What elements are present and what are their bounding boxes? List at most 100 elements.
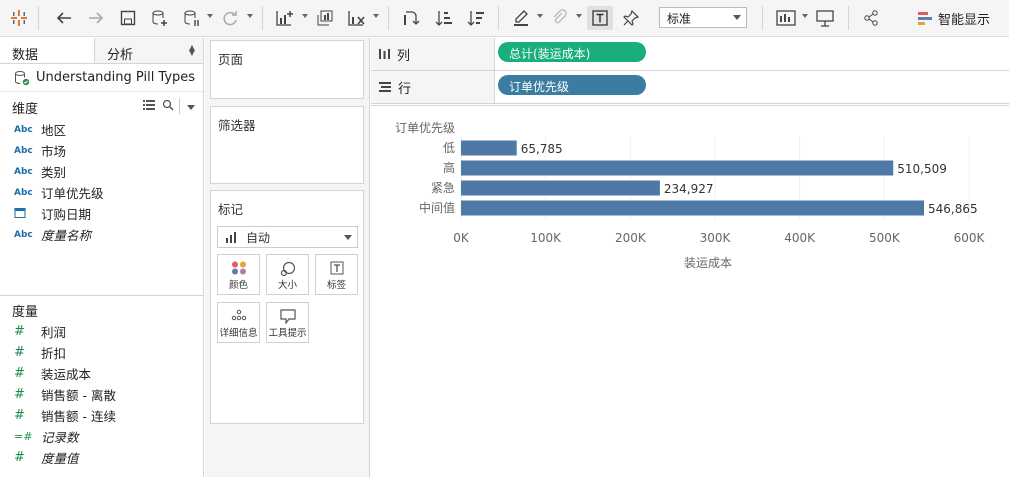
sort-descending-icon[interactable] (464, 6, 488, 30)
dimensions-title: 维度 (12, 101, 39, 117)
field-market[interactable]: Abc 市场 (0, 140, 203, 161)
new-data-source-icon[interactable] (148, 6, 172, 30)
presentation-mode-icon[interactable] (812, 6, 838, 30)
search-icon[interactable] (162, 99, 174, 115)
detail-label: 详细信息 (219, 328, 258, 339)
show-cards-icon[interactable] (773, 6, 799, 30)
field-label: 折扣 (41, 346, 67, 361)
bar[interactable] (461, 160, 894, 176)
label-button[interactable]: 标签 (315, 254, 358, 295)
show-cards-dropdown-icon[interactable] (802, 14, 808, 18)
bar[interactable] (461, 140, 517, 156)
dimensions-menu-dropdown-icon[interactable] (187, 105, 195, 110)
bar[interactable] (461, 200, 925, 216)
field-label: 度量名称 (41, 228, 92, 243)
field-shipping-cost[interactable]: # 装运成本 (0, 363, 203, 384)
x-tick-label: 600K (954, 231, 986, 245)
field-number-of-records[interactable]: =# 记录数 (0, 426, 203, 447)
filters-card[interactable]: 筛选器 (210, 106, 364, 184)
group-members-icon[interactable] (547, 6, 571, 30)
tab-analytics[interactable]: 分析 ▲ ▼ (95, 38, 203, 64)
toolbar-separator (498, 6, 499, 30)
field-sales-discrete[interactable]: # 销售额 - 离散 (0, 384, 203, 405)
bar-chart[interactable]: 订单优先级低 65,785 高 510,509 紧急 234,927 中间值 546,865 0… (371, 106, 1009, 478)
highlight-dropdown-icon[interactable] (537, 14, 543, 18)
field-discount[interactable]: # 折扣 (0, 342, 203, 363)
bar[interactable] (461, 180, 660, 196)
toolbar-separator (762, 6, 763, 30)
tooltip-label: 工具提示 (268, 328, 307, 339)
toolbar: 标准 智能显示 (0, 0, 1009, 37)
field-measure-values[interactable]: # 度量值 (0, 447, 203, 468)
size-button[interactable]: 大小 (266, 254, 309, 295)
tab-data[interactable]: 数据 (0, 38, 95, 63)
fix-axes-pin-icon[interactable] (619, 6, 643, 30)
pause-updates-dropdown-icon[interactable] (207, 14, 213, 18)
toolbar-separator (38, 6, 39, 30)
fit-mode-select[interactable]: 标准 (659, 7, 747, 28)
rows-pill[interactable]: 订单优先级 (498, 75, 646, 95)
sort-ascending-icon[interactable] (432, 6, 456, 30)
data-source-icon (15, 70, 30, 85)
clear-sheet-dropdown-icon[interactable] (373, 14, 379, 18)
shelves: 列 总计(装运成本) 行 订单优先级 (371, 38, 1009, 104)
field-profit[interactable]: # 利润 (0, 321, 203, 342)
measures-title: 度量 (12, 304, 39, 320)
pages-card[interactable]: 页面 (210, 40, 364, 99)
tableau-logo-icon[interactable] (8, 6, 30, 30)
share-icon[interactable] (859, 6, 883, 30)
x-tick-label: 400K (784, 231, 816, 245)
pause-updates-icon[interactable] (180, 6, 204, 30)
field-label: 销售额 - 连续 (41, 409, 116, 424)
clear-sheet-icon[interactable] (345, 6, 369, 30)
rows-shelf[interactable]: 行 订单优先级 (371, 71, 1009, 104)
new-worksheet-dropdown-icon[interactable] (302, 14, 308, 18)
color-label: 颜色 (228, 280, 248, 291)
dimensions-list: Abc 地区 Abc 市场 Abc 类别 Abc 订单优先级 订购日期 Abc 度量名称 (0, 119, 203, 245)
field-label: 度量值 (41, 451, 79, 466)
view-list-icon[interactable] (143, 100, 155, 115)
hash-icon: # (14, 450, 25, 465)
tooltip-button[interactable]: 工具提示 (266, 302, 309, 343)
show-mark-labels-icon[interactable] (587, 6, 613, 30)
group-members-dropdown-icon[interactable] (576, 14, 582, 18)
toolbar-separator (848, 6, 849, 30)
columns-pill[interactable]: 总计(装运成本) (498, 42, 646, 62)
field-category[interactable]: Abc 类别 (0, 161, 203, 182)
abc-icon: Abc (14, 145, 33, 156)
header-divider (179, 98, 180, 114)
field-order-priority[interactable]: Abc 订单优先级 (0, 182, 203, 203)
color-button[interactable]: 颜色 (217, 254, 260, 295)
chevron-down-icon (344, 235, 352, 240)
data-source-item[interactable]: Understanding Pill Types (0, 64, 203, 92)
refresh-dropdown-icon[interactable] (247, 14, 253, 18)
detail-button[interactable]: 详细信息 (217, 302, 260, 343)
undo-icon[interactable] (52, 6, 76, 30)
field-region[interactable]: Abc 地区 (0, 119, 203, 140)
field-sales-continuous[interactable]: # 销售额 - 连续 (0, 405, 203, 426)
field-order-date[interactable]: 订购日期 (0, 203, 203, 224)
columns-shelf[interactable]: 列 总计(装运成本) (371, 38, 1009, 71)
data-panel-tabs: 数据 分析 ▲ ▼ (0, 38, 203, 64)
swap-rows-columns-icon[interactable] (399, 6, 423, 30)
row-header-label: 订单优先级 (395, 121, 455, 135)
data-panel: 数据 分析 ▲ ▼ Understanding Pill Types 维度 Abc… (0, 38, 204, 477)
new-worksheet-icon[interactable] (272, 6, 298, 30)
show-me-button[interactable]: 智能显示 (918, 9, 990, 28)
x-tick-label: 0K (453, 231, 470, 245)
label-icon (316, 261, 357, 275)
field-measure-names[interactable]: Abc 度量名称 (0, 224, 203, 245)
refresh-icon[interactable] (218, 6, 242, 30)
hash-icon: # (14, 345, 25, 360)
toolbar-separator (262, 6, 263, 30)
duplicate-sheet-icon[interactable] (313, 6, 337, 30)
redo-icon[interactable] (84, 6, 108, 30)
highlight-icon[interactable] (509, 6, 533, 30)
save-icon[interactable] (116, 6, 140, 30)
mark-type-select[interactable]: 自动 (217, 226, 358, 248)
bar-chart-icon (226, 231, 236, 243)
category-label: 高 (443, 160, 455, 175)
field-label: 地区 (41, 123, 67, 138)
panel-divider (0, 295, 203, 296)
view-area: 订单优先级低 65,785 高 510,509 紧急 234,927 中间值 546,865 0… (371, 105, 1009, 477)
